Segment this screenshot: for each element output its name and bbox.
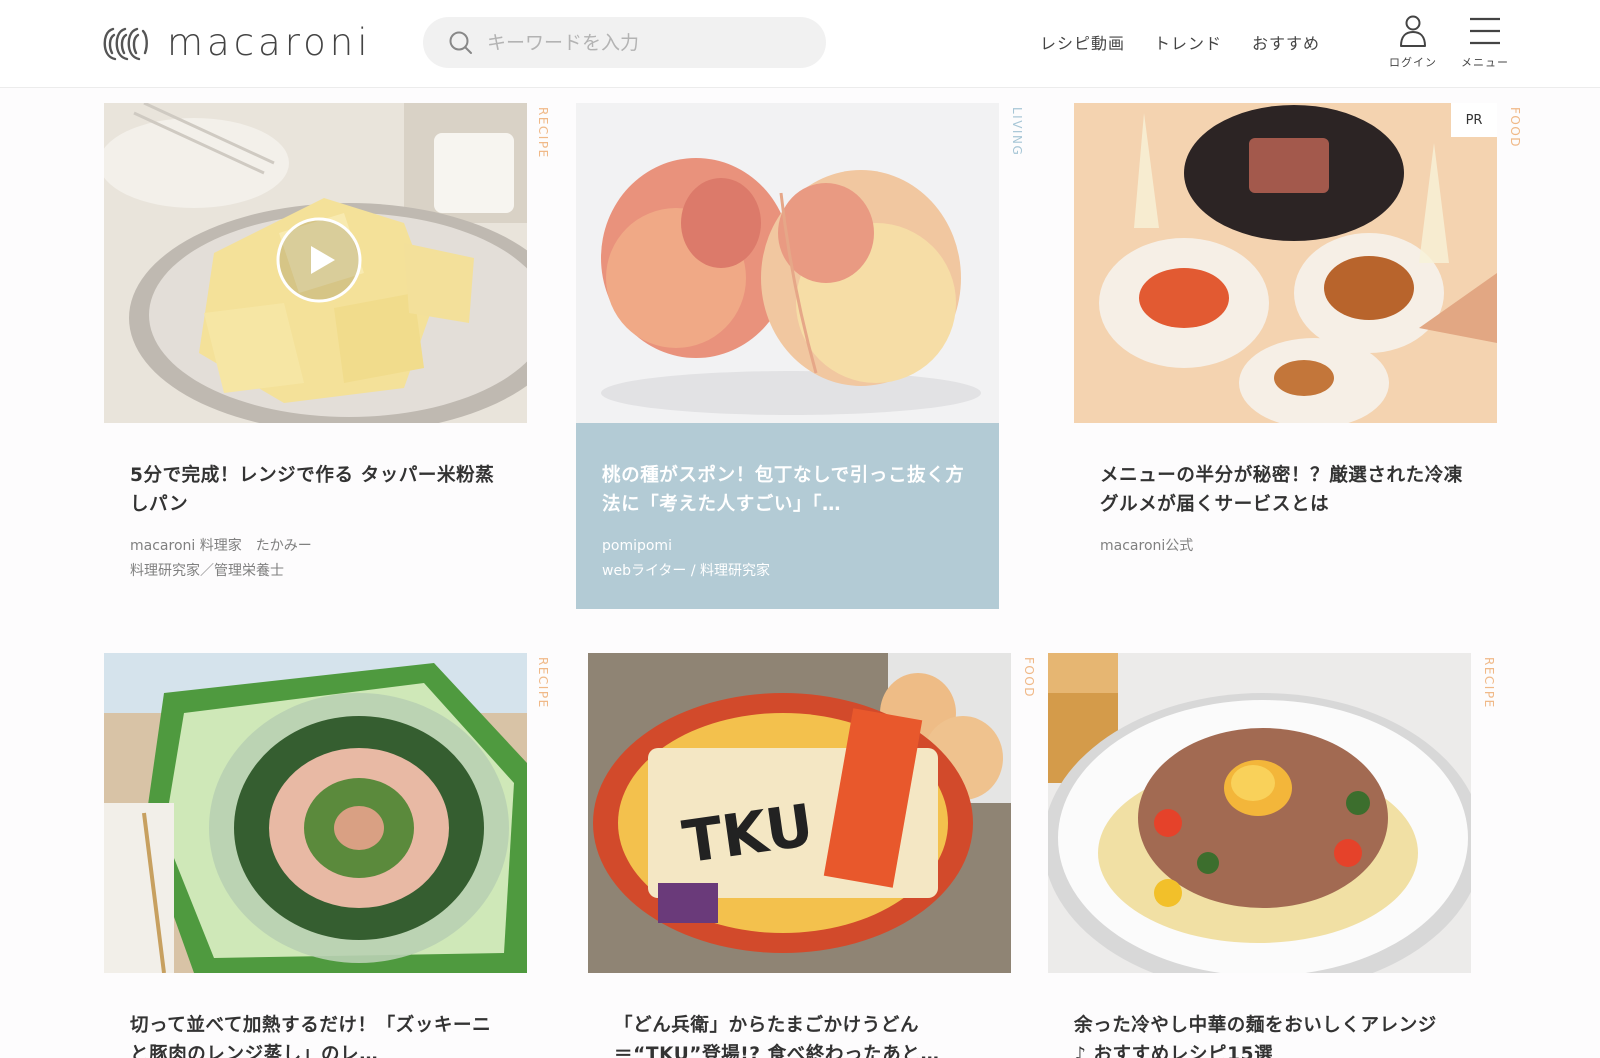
hamburger-menu-icon bbox=[1470, 17, 1500, 45]
search-icon bbox=[449, 31, 472, 54]
article-card[interactable]: 余った冷やし中華の麺をおいしくアレンジ♪ おすすめレシピ15選 bbox=[1048, 653, 1471, 1058]
nav-recipe-video[interactable]: レシピ動画 bbox=[1040, 30, 1125, 54]
category-label[interactable]: LIVING bbox=[1010, 107, 1024, 156]
article-title[interactable]: 余った冷やし中華の麺をおいしくアレンジ♪ おすすめレシピ15選 bbox=[1074, 1011, 1445, 1058]
article-body: 切って並べて加熱するだけ！「ズッキーニと豚肉のレンジ蒸し」のレ… bbox=[104, 973, 527, 1058]
article-author: pomipomi webライター / 料理研究家 bbox=[602, 534, 973, 584]
nav-recipe-video-label: レシピ動画 bbox=[1040, 34, 1126, 53]
login-button[interactable]: ログイン bbox=[1389, 14, 1437, 70]
zucchini-pork-photo bbox=[104, 653, 527, 973]
category-label[interactable]: FOOD bbox=[1022, 657, 1036, 698]
search-box[interactable] bbox=[423, 17, 826, 68]
category-label[interactable]: RECIPE bbox=[536, 657, 550, 709]
nav-recommended-label: おすすめ bbox=[1252, 34, 1321, 53]
article-thumbnail[interactable] bbox=[576, 103, 999, 423]
article-body: 5分で完成！レンジで作る タッパー米粉蒸しパン macaroni 料理家 たかみ… bbox=[104, 423, 527, 584]
cold-noodle-arrange-photo bbox=[1048, 653, 1471, 973]
frozen-gourmet-photo bbox=[1074, 103, 1497, 423]
search-input[interactable] bbox=[487, 31, 787, 54]
menu-label: メニュー bbox=[1461, 56, 1509, 69]
category-label[interactable]: FOOD bbox=[1508, 107, 1522, 148]
category-label[interactable]: RECIPE bbox=[1482, 657, 1496, 709]
article-title[interactable]: 5分で完成！レンジで作る タッパー米粉蒸しパン bbox=[130, 461, 501, 519]
logo-wordmark: macaroni bbox=[167, 21, 372, 64]
nav-recommended[interactable]: おすすめ bbox=[1252, 30, 1320, 54]
article-body: 桃の種がスポン！包丁なしで引っこ抜く方法に「考えた人すごい」「… pomipom… bbox=[576, 423, 999, 609]
author-name: pomipomi bbox=[602, 538, 672, 554]
article-title[interactable]: 「どん兵衛」からたまごかけうどん＝“TKU”登場!? 食べ終わったあと… bbox=[614, 1011, 985, 1058]
login-label: ログイン bbox=[1389, 56, 1437, 69]
play-video-icon[interactable] bbox=[275, 216, 363, 304]
author-role: webライター / 料理研究家 bbox=[602, 563, 771, 579]
article-title[interactable]: メニューの半分が秘密！？厳選された冷凍グルメが届くサービスとは bbox=[1100, 461, 1471, 519]
category-label[interactable]: RECIPE bbox=[536, 107, 550, 159]
site-logo[interactable]: macaroni bbox=[103, 22, 372, 64]
user-icon bbox=[1400, 15, 1426, 47]
article-thumbnail[interactable]: PR bbox=[1074, 103, 1497, 423]
article-body: 「どん兵衛」からたまごかけうどん＝“TKU”登場!? 食べ終わったあと… bbox=[588, 973, 1011, 1058]
article-body: メニューの半分が秘密！？厳選された冷凍グルメが届くサービスとは macaroni… bbox=[1074, 423, 1497, 559]
article-title[interactable]: 切って並べて加熱するだけ！「ズッキーニと豚肉のレンジ蒸し」のレ… bbox=[130, 1011, 501, 1058]
article-card[interactable]: 5分で完成！レンジで作る タッパー米粉蒸しパン macaroni 料理家 たかみ… bbox=[104, 103, 527, 584]
article-thumbnail[interactable] bbox=[1048, 653, 1471, 973]
article-card[interactable]: 切って並べて加熱するだけ！「ズッキーニと豚肉のレンジ蒸し」のレ… bbox=[104, 653, 527, 1058]
article-author: macaroni 料理家 たかみー 料理研究家／管理栄養士 bbox=[130, 534, 501, 584]
donbei-tku-photo: TKU bbox=[588, 653, 1011, 973]
author-role: 料理研究家／管理栄養士 bbox=[130, 563, 284, 579]
nav-trend[interactable]: トレンド bbox=[1154, 30, 1222, 54]
author-name: macaroni公式 bbox=[1100, 538, 1194, 554]
article-author: macaroni公式 bbox=[1100, 534, 1471, 559]
article-thumbnail[interactable] bbox=[104, 653, 527, 973]
author-name: macaroni 料理家 たかみー bbox=[130, 538, 312, 554]
article-thumbnail[interactable]: TKU bbox=[588, 653, 1011, 973]
menu-button[interactable]: メニュー bbox=[1461, 14, 1509, 70]
macaroni-logo-icon bbox=[103, 27, 148, 61]
article-card-pr[interactable]: PR メニューの半分が秘密！？厳選された冷凍グルメが届くサービスとは macar… bbox=[1074, 103, 1497, 559]
peaches-photo bbox=[576, 103, 999, 423]
article-card-featured[interactable]: 桃の種がスポン！包丁なしで引っこ抜く方法に「考えた人すごい」「… pomipom… bbox=[576, 103, 999, 609]
article-body: 余った冷やし中華の麺をおいしくアレンジ♪ おすすめレシピ15選 bbox=[1048, 973, 1471, 1058]
article-title[interactable]: 桃の種がスポン！包丁なしで引っこ抜く方法に「考えた人すごい」「… bbox=[602, 461, 973, 519]
pr-badge: PR bbox=[1451, 103, 1497, 137]
article-thumbnail[interactable] bbox=[104, 103, 527, 423]
nav-trend-label: トレンド bbox=[1154, 34, 1223, 53]
article-card[interactable]: TKU 「どん兵衛」からたまごかけうどん＝“TKU”登場!? 食べ終わったあと… bbox=[588, 653, 1011, 1058]
site-header: macaroni レシピ動画 トレンド おすすめ ログイン メニュー bbox=[0, 0, 1600, 88]
